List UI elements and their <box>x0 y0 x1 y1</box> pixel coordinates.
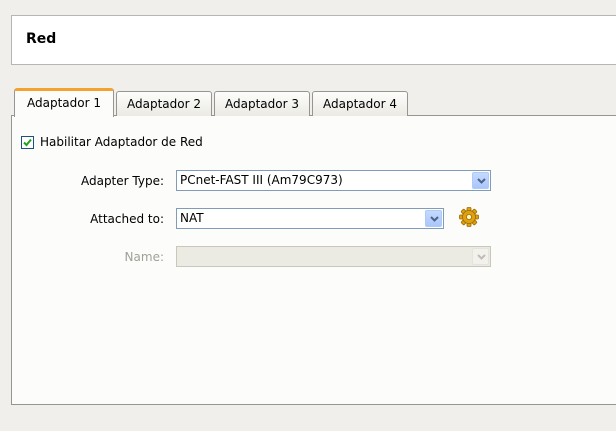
section-title: Red <box>26 31 57 47</box>
attached-to-dropdown-button[interactable] <box>425 210 442 227</box>
adapter-type-dropdown-button[interactable] <box>472 172 489 189</box>
name-dropdown-button[interactable] <box>472 248 489 265</box>
tab-adaptador-4[interactable]: Adaptador 4 <box>312 91 408 116</box>
adapter-type-select[interactable]: PCnet-FAST III (Am79C973) <box>176 170 491 191</box>
gear-icon <box>459 207 479 227</box>
adapter-type-value: PCnet-FAST III (Am79C973) <box>180 173 343 187</box>
chevron-down-icon <box>477 178 486 184</box>
enable-adapter-row[interactable]: Habilitar Adaptador de Red <box>21 135 203 149</box>
check-icon <box>23 138 32 146</box>
name-select[interactable] <box>176 246 491 267</box>
tab-bar: Adaptador 1 Adaptador 2 Adaptador 3 Adap… <box>14 86 410 117</box>
chevron-down-icon <box>477 254 486 260</box>
chevron-down-icon <box>430 216 439 222</box>
tab-adaptador-1[interactable]: Adaptador 1 <box>14 88 114 117</box>
tab-adaptador-3[interactable]: Adaptador 3 <box>214 91 310 116</box>
section-header: Red <box>11 15 616 65</box>
settings-button[interactable] <box>458 206 480 228</box>
attached-to-value: NAT <box>180 211 204 225</box>
attached-to-select[interactable]: NAT <box>176 208 444 229</box>
name-label: Name: <box>124 250 164 264</box>
adapter-type-label: Adapter Type: <box>80 174 164 188</box>
tab-adaptador-2[interactable]: Adaptador 2 <box>116 91 212 116</box>
enable-adapter-checkbox[interactable] <box>21 135 34 149</box>
attached-to-label: Attached to: <box>90 212 164 226</box>
enable-adapter-label: Habilitar Adaptador de Red <box>40 135 203 149</box>
